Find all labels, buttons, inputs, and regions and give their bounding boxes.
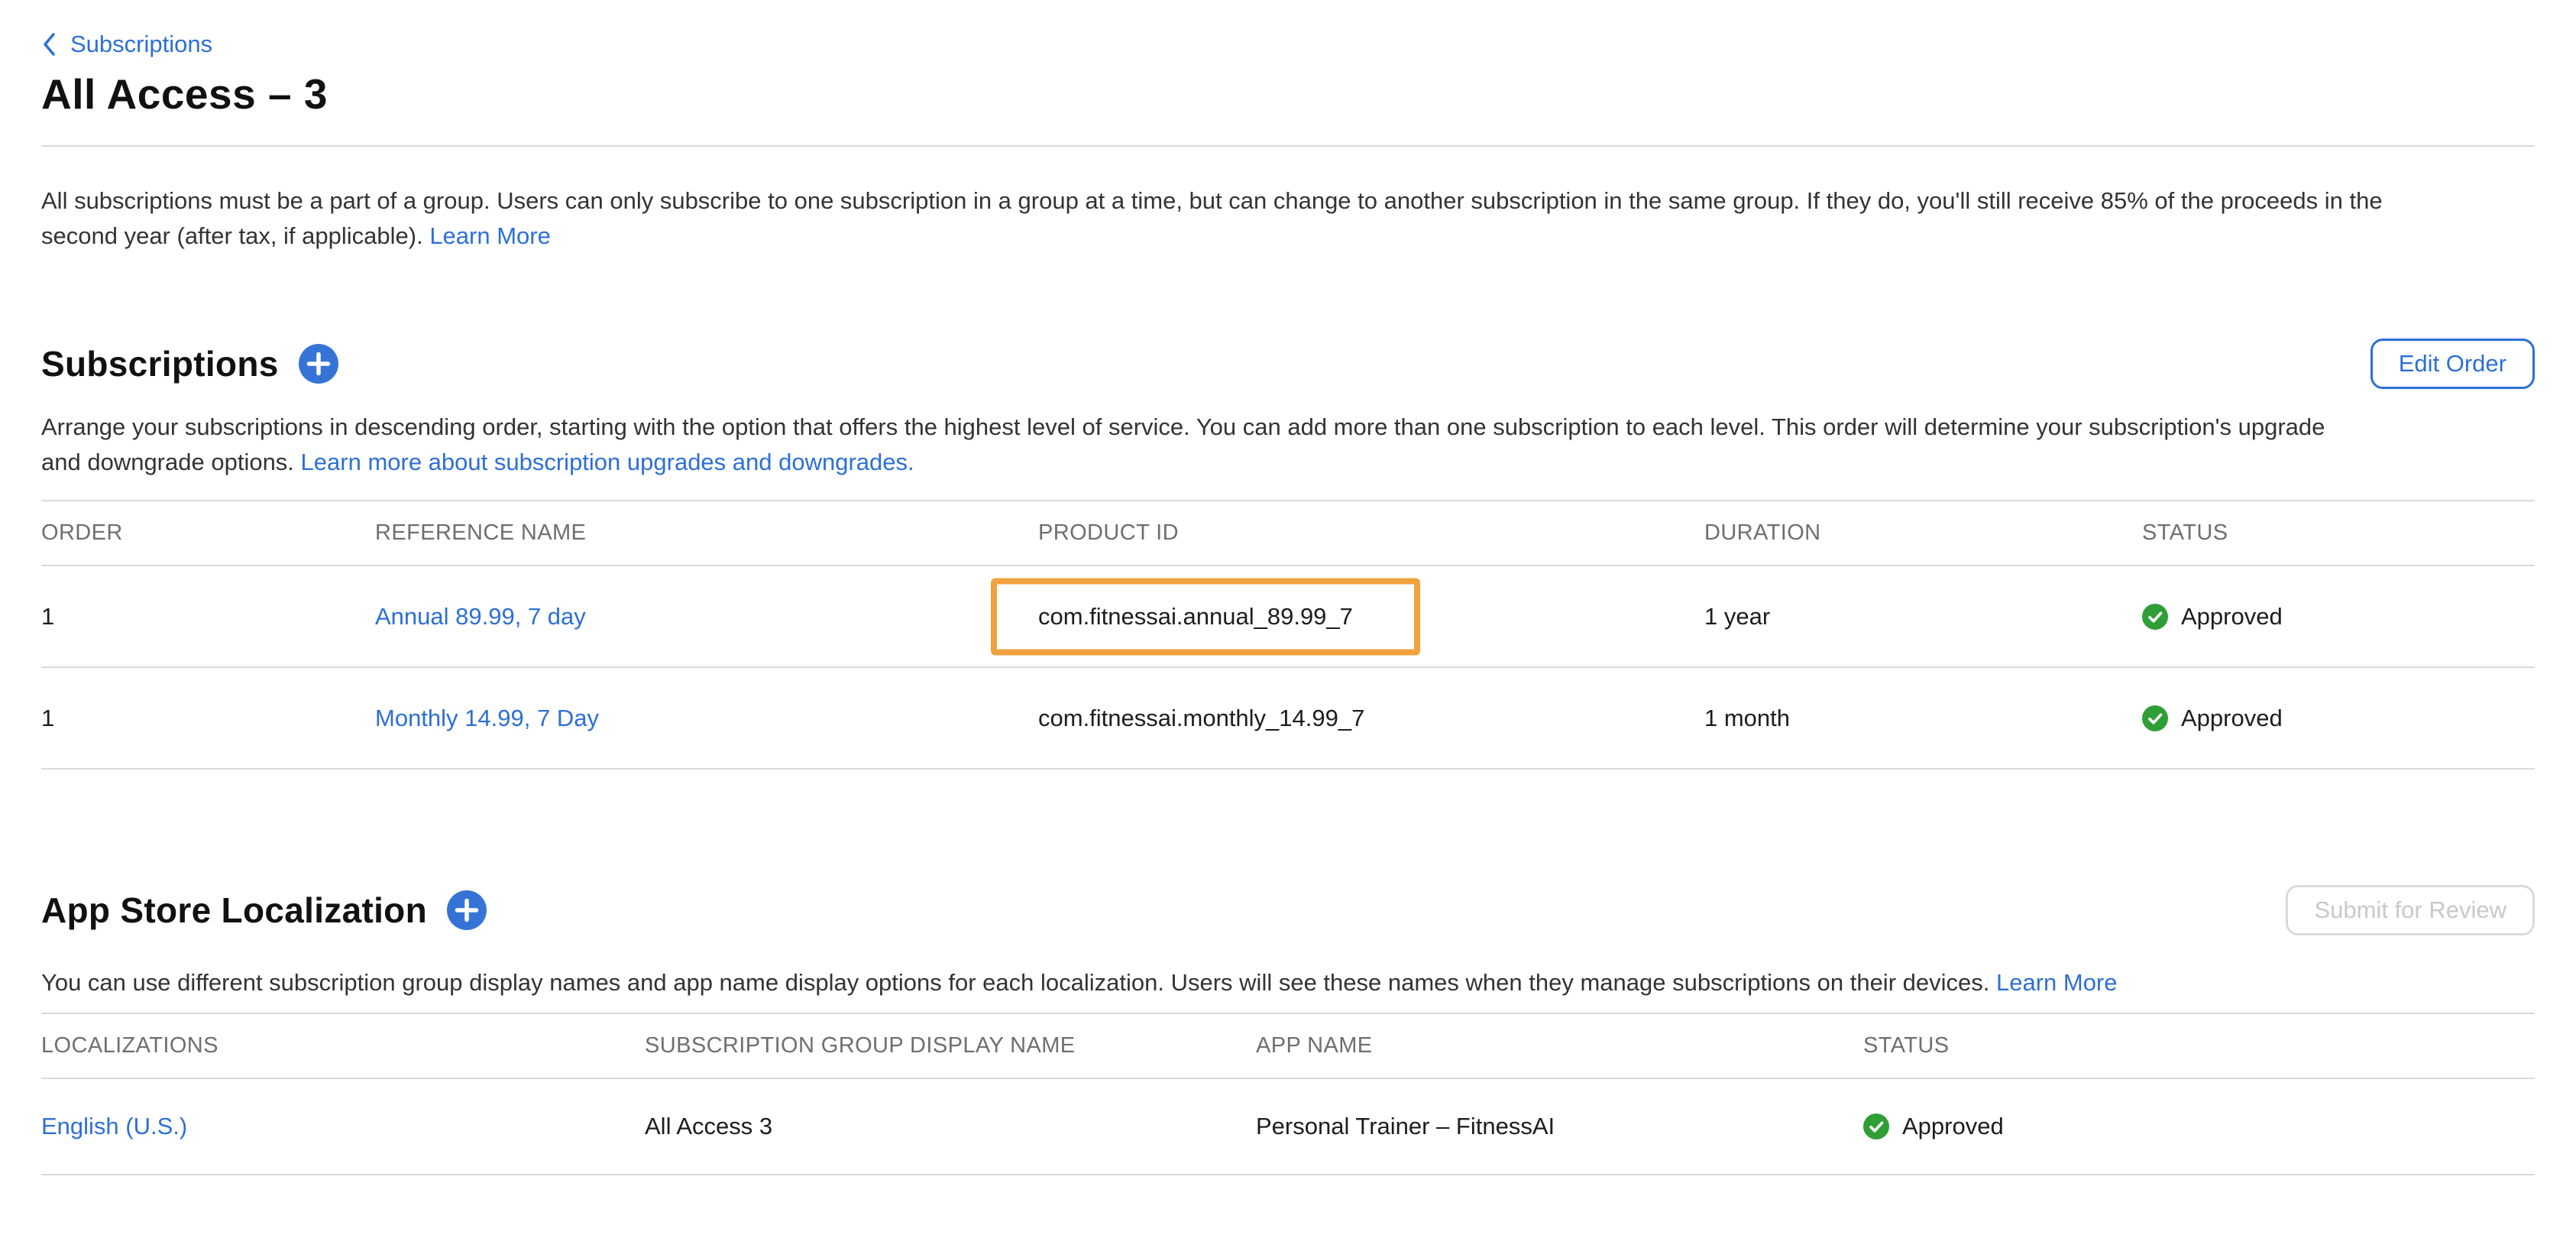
submit-for-review-button[interactable]: Submit for Review [2286,885,2535,935]
breadcrumb-subscriptions-link[interactable]: Subscriptions [70,31,212,58]
column-header-duration: DURATION [1704,520,2142,546]
column-header-app-name: APP NAME [1256,1033,1863,1058]
intro-text: All subscriptions must be a part of a gr… [41,187,2383,249]
plus-icon [299,344,338,384]
order-value: 1 [41,705,375,732]
subscriptions-table-header: ORDER REFERENCE NAME PRODUCT ID DURATION… [41,501,2535,566]
localization-section-title: App Store Localization [41,890,427,931]
localization-description: You can use different subscription group… [41,965,2486,1000]
duration-value: 1 month [1704,705,2142,732]
table-row: English (U.S.) All Access 3 Personal Tra… [41,1079,2535,1175]
status-badge: Approved [2142,705,2535,732]
duration-value: 1 year [1704,603,2142,630]
page-divider [41,145,2535,147]
app-name-value: Personal Trainer – FitnessAI [1256,1113,1863,1140]
status-label: Approved [2181,603,2283,630]
reference-name-link[interactable]: Monthly 14.99, 7 Day [375,705,599,731]
add-localization-button[interactable] [447,890,487,930]
localization-description-text: You can use different subscription group… [41,969,1996,996]
column-header-status: STATUS [1863,1033,2535,1058]
product-id-value: com.fitnessai.monthly_14.99_7 [1038,705,1704,732]
subscriptions-section-header: Subscriptions Edit Order [41,338,2535,390]
subscriptions-section-title: Subscriptions [41,343,279,384]
localization-table: LOCALIZATIONS SUBSCRIPTION GROUP DISPLAY… [41,1013,2535,1175]
plus-icon [447,890,487,930]
status-badge: Approved [1863,1113,2535,1140]
localization-table-header: LOCALIZATIONS SUBSCRIPTION GROUP DISPLAY… [41,1014,2535,1079]
table-row: 1 Monthly 14.99, 7 Day com.fitnessai.mon… [41,668,2535,770]
column-header-reference-name: REFERENCE NAME [375,520,1038,546]
approved-check-icon [1863,1113,1889,1139]
add-subscription-button[interactable] [299,344,338,384]
column-header-order: ORDER [41,520,375,546]
localization-section-header: App Store Localization Submit for Review [41,884,2535,936]
column-header-group-display-name: SUBSCRIPTION GROUP DISPLAY NAME [645,1033,1256,1058]
reference-name-link[interactable]: Annual 89.99, 7 day [375,603,586,630]
column-header-product-id: PRODUCT ID [1038,520,1704,546]
subscriptions-table: ORDER REFERENCE NAME PRODUCT ID DURATION… [41,500,2535,770]
status-badge: Approved [2142,603,2535,630]
localization-learn-more-link[interactable]: Learn More [1996,969,2118,996]
column-header-localizations: LOCALIZATIONS [41,1033,645,1058]
upgrades-downgrades-link[interactable]: Learn more about subscription upgrades a… [301,449,914,475]
product-id-value: com.fitnessai.annual_89.99_7 [1038,603,1353,630]
order-value: 1 [41,603,375,630]
group-display-name-value: All Access 3 [645,1113,1256,1140]
status-label: Approved [1902,1113,2004,1140]
intro-paragraph: All subscriptions must be a part of a gr… [41,183,2463,254]
localization-link[interactable]: English (U.S.) [41,1113,187,1139]
chevron-left-icon [41,31,57,57]
breadcrumb[interactable]: Subscriptions [41,31,212,58]
table-row: 1 Annual 89.99, 7 day com.fitnessai.annu… [41,566,2535,668]
status-label: Approved [2181,705,2283,732]
edit-order-button[interactable]: Edit Order [2371,339,2535,389]
column-header-status: STATUS [2142,520,2535,546]
page-title: All Access – 3 [41,70,2535,118]
intro-learn-more-link[interactable]: Learn More [429,222,551,249]
subscriptions-description: Arrange your subscriptions in descending… [41,410,2348,480]
approved-check-icon [2142,604,2168,630]
approved-check-icon [2142,705,2168,731]
